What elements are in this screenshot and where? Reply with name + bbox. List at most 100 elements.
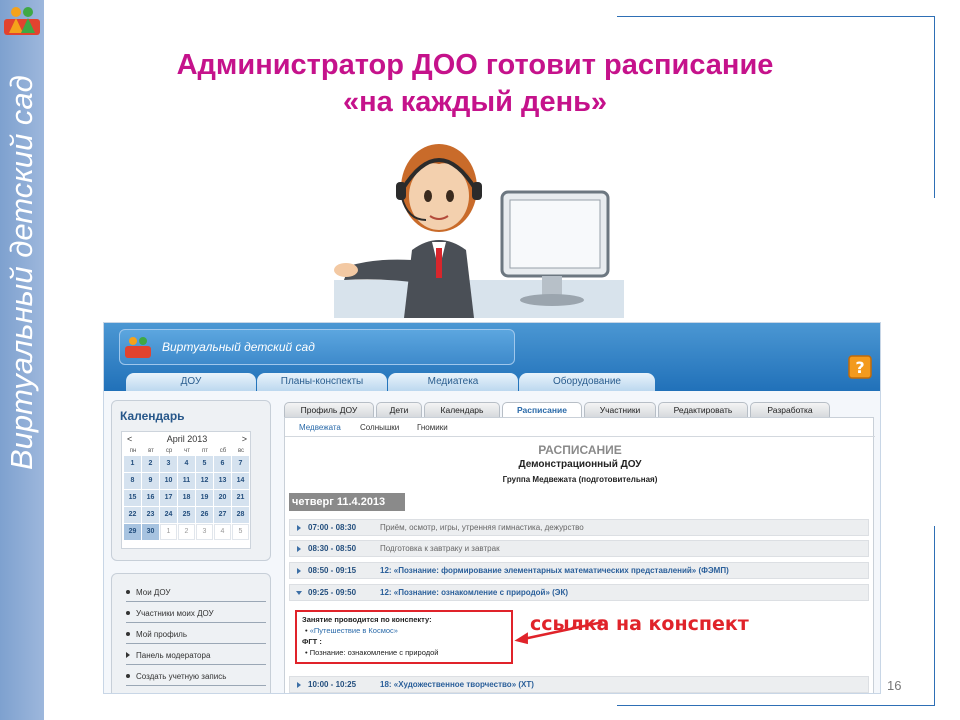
calendar-day[interactable]: 4: [178, 456, 195, 472]
details-fgt-item: • Познание: ознакомление с природой: [305, 648, 439, 657]
app-brand-bar[interactable]: Виртуальный детский сад: [119, 329, 515, 365]
calendar-weekday: пт: [202, 448, 208, 454]
group-tabs: Медвежата Солнышки Гномики: [285, 418, 875, 437]
calendar-day[interactable]: 18: [178, 490, 195, 506]
callout-label: ссылка на конспект: [530, 613, 749, 635]
calendar-day[interactable]: 1: [124, 456, 141, 472]
calendar-day[interactable]: 24: [160, 507, 177, 523]
group-tab-solnyshki[interactable]: Солнышки: [360, 423, 399, 432]
side-band: Виртуальный детский сад: [0, 0, 44, 720]
calendar-weekday: вт: [148, 448, 154, 454]
calendar-day[interactable]: 17: [160, 490, 177, 506]
schedule-row[interactable]: 07:00 - 08:30 Приём, осмотр, игры, утрен…: [289, 519, 869, 536]
calendar-day[interactable]: 6: [214, 456, 231, 472]
calendar-day[interactable]: 10: [160, 473, 177, 489]
calendar-day[interactable]: 2: [178, 524, 195, 540]
tab-calendar[interactable]: Календарь: [424, 402, 500, 417]
calendar-day[interactable]: 22: [124, 507, 141, 523]
expand-arrow-icon: [297, 682, 301, 688]
schedule-row[interactable]: 08:30 - 08:50 Подготовка к завтраку и за…: [289, 540, 869, 557]
calendar-day[interactable]: 2: [142, 456, 159, 472]
tab-dou-profile[interactable]: Профиль ДОУ: [284, 402, 374, 417]
main-nav: ДОУ Планы-конспекты Медиатека Оборудован…: [126, 373, 656, 391]
calendar-day[interactable]: 25: [178, 507, 195, 523]
details-heading: Занятие проводится по конспекту:: [302, 615, 432, 624]
calendar-day[interactable]: 15: [124, 490, 141, 506]
tab-development[interactable]: Разработка: [750, 402, 830, 417]
frame-top-line: [617, 16, 935, 17]
lesson-details: Занятие проводится по конспекту: • «Путе…: [295, 610, 513, 664]
app-screenshot: Виртуальный детский сад ? ДОУ Планы-конс…: [103, 322, 881, 694]
calendar-day[interactable]: 13: [214, 473, 231, 489]
calendar-day[interactable]: 16: [142, 490, 159, 506]
frame-right-line-bottom: [934, 526, 935, 706]
calendar-day[interactable]: 26: [196, 507, 213, 523]
slide-title-line2: «на каждый день»: [342, 86, 608, 118]
calendar-next-button[interactable]: >: [242, 434, 247, 444]
tab-members[interactable]: Участники: [584, 402, 656, 417]
calendar-day[interactable]: 19: [196, 490, 213, 506]
calendar-day[interactable]: 3: [160, 456, 177, 472]
bullet-icon: [126, 611, 130, 615]
calendar-day[interactable]: 21: [232, 490, 249, 506]
frame-right-line-top: [934, 16, 935, 198]
calendar-day[interactable]: 30: [142, 524, 159, 540]
calendar-panel: Календарь April 2013 < > пн вт ср чт пт сб вс …: [111, 400, 271, 561]
calendar-day[interactable]: 28: [232, 507, 249, 523]
bullet-icon: [126, 590, 130, 594]
main-tab-media[interactable]: Медиатека: [388, 373, 518, 391]
calendar-weekday: чт: [184, 448, 190, 454]
tab-children[interactable]: Дети: [376, 402, 422, 417]
calendar-day[interactable]: 8: [124, 473, 141, 489]
expand-arrow-icon: [297, 546, 301, 552]
tab-edit[interactable]: Редактировать: [658, 402, 748, 417]
menu-item-create-account[interactable]: Создать учетную запись: [126, 668, 266, 686]
menu-item-profile[interactable]: Мой профиль: [126, 626, 266, 644]
calendar-weekday: сб: [219, 448, 227, 454]
group-tab-medvezhata[interactable]: Медвежата: [299, 423, 341, 432]
app-brand-title: Виртуальный детский сад: [162, 340, 315, 354]
group-tab-gnomiki[interactable]: Гномики: [417, 423, 448, 432]
help-book-icon[interactable]: ?: [846, 353, 874, 381]
frame-bottom-line: [617, 705, 935, 706]
menu-item-my-dou[interactable]: Мои ДОУ: [126, 584, 266, 602]
main-tab-plans[interactable]: Планы-конспекты: [257, 373, 387, 391]
schedule-row-expanded[interactable]: 09:25 - 09:50 12: «Познание: ознакомлени…: [289, 584, 869, 601]
user-menu-panel: Мои ДОУ Участники моих ДОУ Мой профиль П…: [111, 573, 271, 693]
calendar-day[interactable]: 11: [178, 473, 195, 489]
calendar-prev-button[interactable]: <: [127, 434, 132, 444]
calendar-day[interactable]: 20: [214, 490, 231, 506]
schedule-group: Группа Медвежата (подготовительная): [502, 475, 658, 484]
bullet-icon: [126, 674, 130, 678]
menu-item-members[interactable]: Участники моих ДОУ: [126, 605, 266, 623]
calendar-day[interactable]: 14: [232, 473, 249, 489]
details-fgt: ФГТ :: [302, 637, 322, 646]
svg-text:?: ?: [855, 358, 864, 377]
tab-schedule[interactable]: Расписание: [502, 402, 582, 417]
calendar-day[interactable]: 9: [142, 473, 159, 489]
calendar-day[interactable]: 3: [196, 524, 213, 540]
calendar-day[interactable]: 7: [232, 456, 249, 472]
calendar-day[interactable]: 23: [142, 507, 159, 523]
calendar-day[interactable]: 1: [160, 524, 177, 540]
calendar-title: Календарь: [120, 409, 185, 423]
menu-item-moderator[interactable]: Панель модератора: [126, 647, 266, 665]
calendar-day[interactable]: 4: [214, 524, 231, 540]
calendar-weekday: пн: [129, 448, 137, 454]
main-tab-equipment[interactable]: Оборудование: [519, 373, 655, 391]
schedule-row[interactable]: 08:50 - 09:15 12: «Познание: формировани…: [289, 562, 869, 579]
expand-arrow-icon: [126, 652, 130, 658]
calendar-day[interactable]: 29: [124, 524, 141, 540]
calendar-day[interactable]: 5: [196, 456, 213, 472]
calendar-day[interactable]: 12: [196, 473, 213, 489]
schedule-row[interactable]: 10:00 - 10:25 18: «Художественное творче…: [289, 676, 869, 693]
calendar-day[interactable]: 27: [214, 507, 231, 523]
expand-arrow-icon: [297, 525, 301, 531]
calendar-day[interactable]: 5: [232, 524, 249, 540]
kindergarten-logo-icon: [4, 7, 40, 35]
main-tab-dou[interactable]: ДОУ: [126, 373, 256, 391]
slide-title-line1: Администратор ДОО готовит расписание: [176, 49, 774, 81]
lesson-plan-link[interactable]: «Путешествие в Космос»: [310, 626, 398, 635]
schedule-heading: РАСПИСАНИЕ: [538, 443, 622, 457]
schedule-day: четверг 11.4.2013: [289, 493, 405, 511]
